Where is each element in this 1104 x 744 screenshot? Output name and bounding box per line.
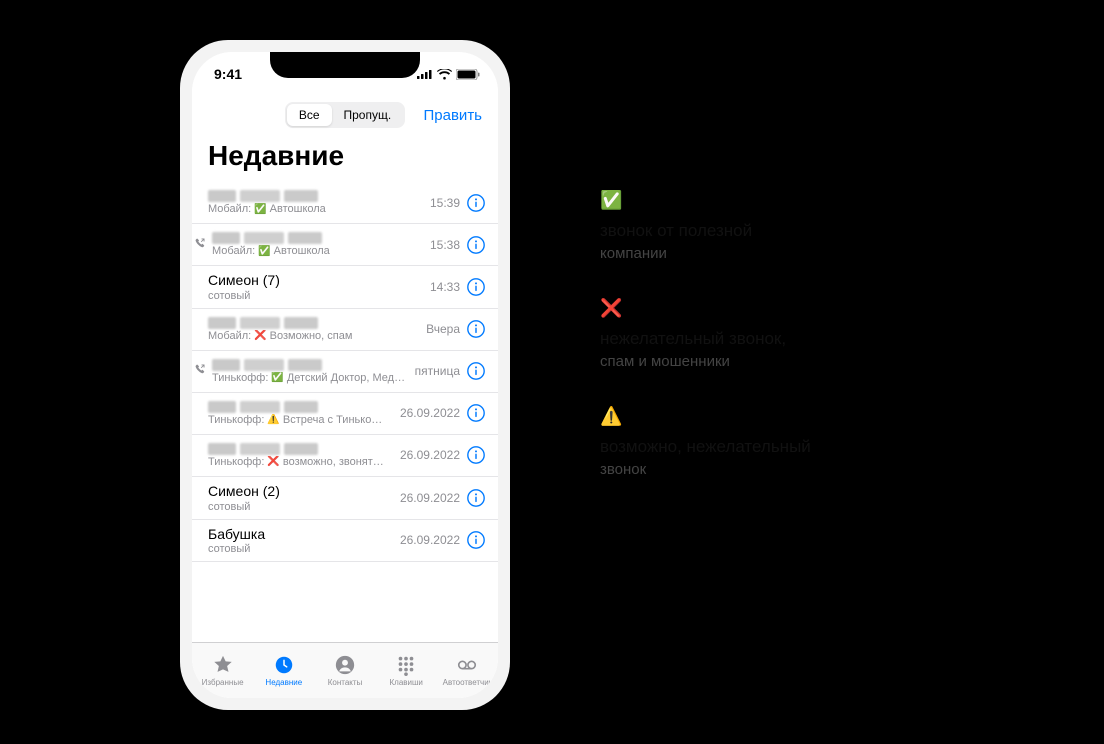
caller-name-redacted — [208, 443, 400, 455]
voicemail-icon — [456, 654, 478, 676]
seg-all[interactable]: Все — [287, 104, 332, 126]
call-time: 26.09.2022 — [400, 533, 460, 547]
call-time: Вчера — [426, 322, 460, 336]
call-time: 14:33 — [430, 280, 460, 294]
info-button[interactable] — [466, 277, 486, 297]
caller-subtitle: Мобайл:✅Автошкола — [208, 203, 430, 215]
info-icon[interactable] — [466, 235, 486, 255]
caller-name-redacted — [208, 401, 400, 413]
info-icon[interactable] — [466, 403, 486, 423]
call-time: 26.09.2022 — [400, 406, 460, 420]
warning-icon: ⚠️ — [600, 406, 1000, 427]
info-button[interactable] — [466, 235, 486, 255]
seg-missed[interactable]: Пропущ. — [332, 104, 404, 126]
legend: ✅ звонок от полезной компании ❌ нежелате… — [600, 190, 1000, 514]
caller-subtitle: сотовый — [208, 501, 400, 513]
signal-icon — [417, 69, 433, 79]
info-icon[interactable] — [466, 530, 486, 550]
call-row[interactable]: Симеон (7)сотовый14:33 — [192, 266, 498, 309]
caller-name: Симеон (2) — [208, 483, 400, 500]
tab-contacts[interactable]: Контакты — [314, 643, 375, 698]
caller-name: Симеон (7) — [208, 272, 430, 289]
info-button[interactable] — [466, 530, 486, 550]
call-time: 26.09.2022 — [400, 448, 460, 462]
page-title: Недавние — [192, 134, 498, 182]
notch — [270, 52, 420, 78]
outgoing-call-icon — [194, 363, 206, 375]
tab-voicemail[interactable]: Автоответчик — [437, 643, 498, 698]
caller-subtitle: сотовый — [208, 543, 400, 555]
wifi-icon — [437, 69, 452, 80]
caller-subtitle: сотовый — [208, 290, 430, 302]
info-icon[interactable] — [466, 445, 486, 465]
info-icon[interactable] — [466, 277, 486, 297]
info-icon[interactable] — [466, 488, 486, 508]
tab-recents[interactable]: Недавние — [253, 643, 314, 698]
call-row[interactable]: Тинькофф:❌возможно, звонят…26.09.2022 — [192, 435, 498, 477]
call-time: пятница — [415, 364, 460, 378]
segmented-control[interactable]: Все Пропущ. — [285, 102, 405, 128]
edit-button[interactable]: Править — [424, 107, 483, 124]
caller-subtitle: Тинькофф:✅Детский Доктор, Мед… — [212, 372, 415, 384]
caller-name: Бабушка — [208, 526, 400, 543]
caller-name-redacted — [208, 317, 426, 329]
call-time: 26.09.2022 — [400, 491, 460, 505]
phone-frame: 9:41 Все Пропущ. Править Недавние М — [180, 40, 510, 710]
info-icon[interactable] — [466, 361, 486, 381]
legend-item-good: ✅ звонок от полезной компании — [600, 190, 1000, 262]
info-icon[interactable] — [466, 193, 486, 213]
tab-keypad[interactable]: Клавиши — [376, 643, 437, 698]
info-button[interactable] — [466, 445, 486, 465]
info-button[interactable] — [466, 488, 486, 508]
info-button[interactable] — [466, 319, 486, 339]
tab-bar: Избранные Недавние Контакты Клавиши — [192, 642, 498, 698]
legend-item-bad: ❌ нежелательный звонок, спам и мошенники — [600, 298, 1000, 370]
caller-name-redacted — [212, 359, 415, 371]
caller-name-redacted — [212, 232, 430, 244]
info-button[interactable] — [466, 361, 486, 381]
caller-name-redacted — [208, 190, 430, 202]
call-row[interactable]: Симеон (2)сотовый26.09.2022 — [192, 477, 498, 520]
info-button[interactable] — [466, 193, 486, 213]
tab-favorites[interactable]: Избранные — [192, 643, 253, 698]
person-icon — [334, 654, 356, 676]
info-button[interactable] — [466, 403, 486, 423]
call-time: 15:39 — [430, 196, 460, 210]
call-time: 15:38 — [430, 238, 460, 252]
star-icon — [212, 654, 234, 676]
battery-icon — [456, 69, 480, 80]
clock-icon — [273, 654, 295, 676]
outgoing-call-icon — [194, 237, 206, 249]
call-row[interactable]: Мобайл:❌Возможно, спамВчера — [192, 309, 498, 351]
call-row[interactable]: Тинькофф:✅Детский Доктор, Мед…пятница — [192, 351, 498, 393]
call-row[interactable]: Бабушкасотовый26.09.2022 — [192, 520, 498, 563]
caller-subtitle: Мобайл:❌Возможно, спам — [208, 330, 426, 342]
legend-item-warn: ⚠️ возможно, нежелательный звонок — [600, 406, 1000, 478]
caller-subtitle: Тинькофф:⚠️Встреча с Тинько… — [208, 414, 400, 426]
status-time: 9:41 — [214, 66, 242, 82]
keypad-icon — [395, 654, 417, 676]
call-row[interactable]: Мобайл:✅Автошкола15:39 — [192, 182, 498, 224]
caller-subtitle: Мобайл:✅Автошкола — [212, 245, 430, 257]
info-icon[interactable] — [466, 319, 486, 339]
nav-bar: Все Пропущ. Править — [192, 96, 498, 134]
recents-list[interactable]: Мобайл:✅Автошкола15:39 Мобайл:✅Автошкола… — [192, 182, 498, 642]
check-icon: ✅ — [600, 190, 1000, 211]
caller-subtitle: Тинькофф:❌возможно, звонят… — [208, 456, 400, 468]
cross-icon: ❌ — [600, 298, 1000, 319]
call-row[interactable]: Тинькофф:⚠️Встреча с Тинько…26.09.2022 — [192, 393, 498, 435]
call-row[interactable]: Мобайл:✅Автошкола15:38 — [192, 224, 498, 266]
